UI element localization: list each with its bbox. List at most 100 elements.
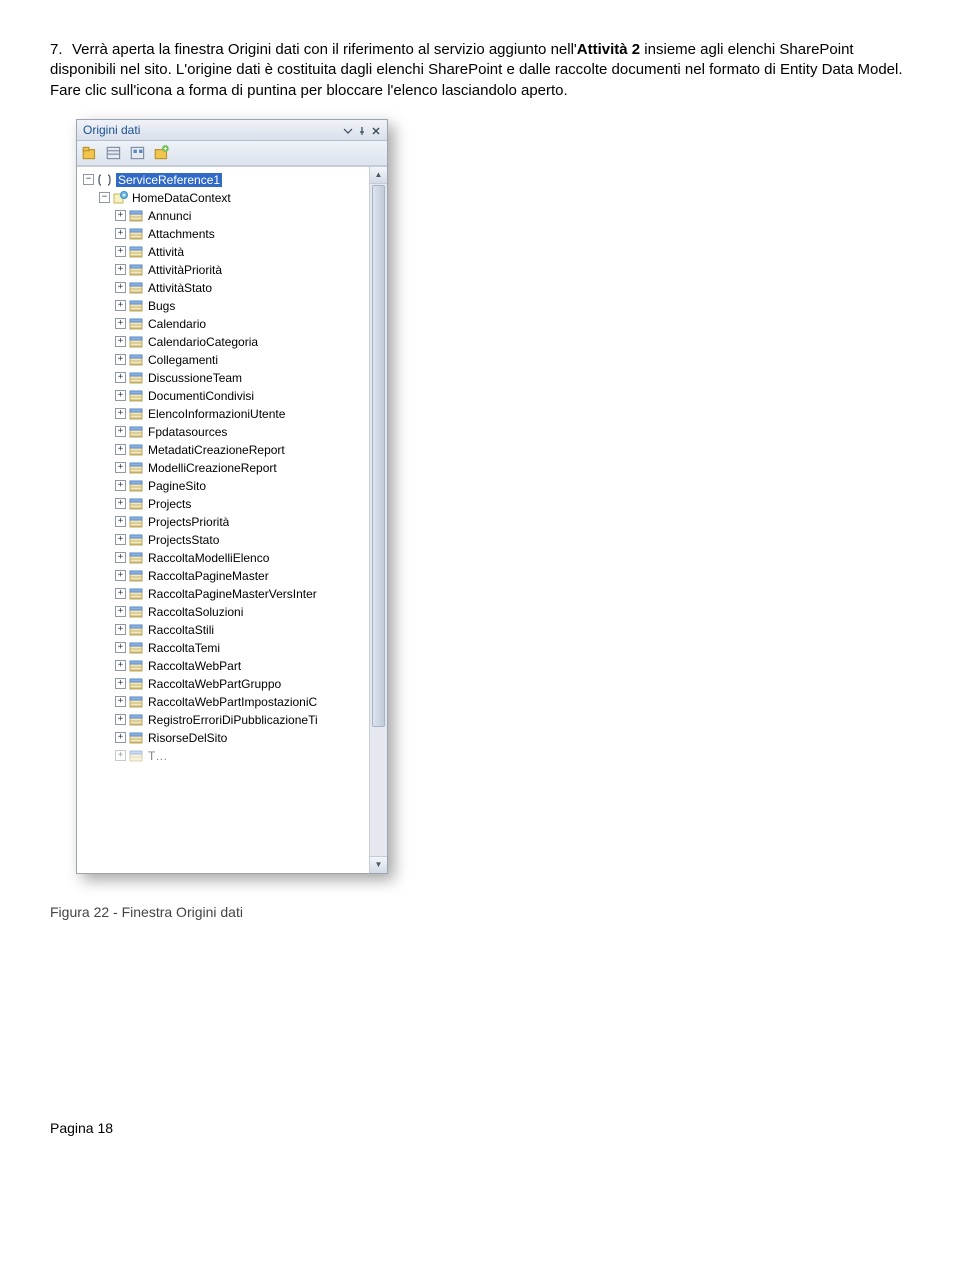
item-label[interactable]: RaccoltaSoluzioni xyxy=(148,605,243,619)
tree-item-row[interactable]: + Collegamenti xyxy=(79,351,387,369)
tree-item-row[interactable]: + T… xyxy=(79,747,387,765)
expand-icon[interactable]: + xyxy=(115,426,126,437)
tree-item-row[interactable]: + RaccoltaStili xyxy=(79,621,387,639)
tree-item-row[interactable]: + DocumentiCondivisi xyxy=(79,387,387,405)
item-label[interactable]: DiscussioneTeam xyxy=(148,371,242,385)
item-label[interactable]: Bugs xyxy=(148,299,175,313)
tree-item-row[interactable]: + Fpdatasources xyxy=(79,423,387,441)
tree-item-row[interactable]: + AttivitàPriorità xyxy=(79,261,387,279)
item-label[interactable]: ModelliCreazioneReport xyxy=(148,461,277,475)
tree-item-row[interactable]: +RaccoltaPagineMaster xyxy=(79,567,387,585)
expand-icon[interactable]: + xyxy=(115,354,126,365)
scroll-down-icon[interactable]: ▼ xyxy=(370,856,387,873)
tree-item-row[interactable]: + ProjectsPriorità xyxy=(79,513,387,531)
expand-icon[interactable]: + xyxy=(115,462,126,473)
tree-item-row[interactable]: +RaccoltaPagineMasterVersInter xyxy=(79,585,387,603)
expand-icon[interactable]: + xyxy=(115,714,126,725)
tree-item-row[interactable]: + CalendarioCategoria xyxy=(79,333,387,351)
pin-icon[interactable] xyxy=(357,125,367,135)
tree-item-row[interactable]: +RaccoltaWebPartGruppo xyxy=(79,675,387,693)
item-label[interactable]: ElencoInformazioniUtente xyxy=(148,407,285,421)
scroll-up-icon[interactable]: ▲ xyxy=(370,167,387,184)
root-label[interactable]: ServiceReference1 xyxy=(116,173,222,187)
scrollbar[interactable]: ▲ ▼ xyxy=(369,167,387,873)
expand-icon[interactable]: + xyxy=(115,300,126,311)
expand-icon[interactable]: + xyxy=(115,678,126,689)
toolbar-btn-refresh[interactable] xyxy=(153,144,171,162)
tree-item-row[interactable]: + Calendario xyxy=(79,315,387,333)
item-label[interactable]: RaccoltaWebPart xyxy=(148,659,241,673)
expand-icon[interactable]: − xyxy=(83,174,94,185)
item-label[interactable]: Calendario xyxy=(148,317,206,331)
item-label[interactable]: RaccoltaTemi xyxy=(148,641,220,655)
toolbar-btn-3[interactable] xyxy=(129,144,147,162)
expand-icon[interactable]: + xyxy=(115,408,126,419)
expand-icon[interactable]: + xyxy=(115,444,126,455)
item-label[interactable]: RaccoltaStili xyxy=(148,623,214,637)
expand-icon[interactable]: + xyxy=(115,606,126,617)
expand-icon[interactable]: − xyxy=(99,192,110,203)
expand-icon[interactable]: + xyxy=(115,210,126,221)
tree-context-row[interactable]: − HomeDataContext xyxy=(79,189,387,207)
expand-icon[interactable]: + xyxy=(115,372,126,383)
tree-item-row[interactable]: + RaccoltaWebPart xyxy=(79,657,387,675)
dropdown-icon[interactable] xyxy=(343,125,353,135)
item-label[interactable]: CalendarioCategoria xyxy=(148,335,258,349)
tree-item-row[interactable]: + RaccoltaSoluzioni xyxy=(79,603,387,621)
expand-icon[interactable]: + xyxy=(115,660,126,671)
tree-item-row[interactable]: + Bugs xyxy=(79,297,387,315)
tree-item-row[interactable]: + Attività xyxy=(79,243,387,261)
tree-item-row[interactable]: + PagineSito xyxy=(79,477,387,495)
tree-item-row[interactable]: +ProjectsStato xyxy=(79,531,387,549)
item-label[interactable]: ProjectsPriorità xyxy=(148,515,229,529)
tree-item-row[interactable]: + DiscussioneTeam xyxy=(79,369,387,387)
item-label[interactable]: RaccoltaModelliElenco xyxy=(148,551,269,565)
expand-icon[interactable]: + xyxy=(115,318,126,329)
expand-icon[interactable]: + xyxy=(115,264,126,275)
item-label[interactable]: Attachments xyxy=(148,227,215,241)
tree-item-row[interactable]: +RaccoltaWebPartImpostazioniC xyxy=(79,693,387,711)
tree-item-row[interactable]: + ModelliCreazioneReport xyxy=(79,459,387,477)
item-label[interactable]: T… xyxy=(148,749,167,763)
item-label[interactable]: Collegamenti xyxy=(148,353,218,367)
expand-icon[interactable]: + xyxy=(115,552,126,563)
close-icon[interactable] xyxy=(371,125,381,135)
tree-item-row[interactable]: + MetadatiCreazioneReport xyxy=(79,441,387,459)
expand-icon[interactable]: + xyxy=(115,390,126,401)
tree-item-row[interactable]: + RaccoltaTemi xyxy=(79,639,387,657)
expand-icon[interactable]: + xyxy=(115,642,126,653)
context-label[interactable]: HomeDataContext xyxy=(132,191,231,205)
item-label[interactable]: RisorseDelSito xyxy=(148,731,227,745)
item-label[interactable]: MetadatiCreazioneReport xyxy=(148,443,285,457)
item-label[interactable]: Projects xyxy=(148,497,191,511)
expand-icon[interactable]: + xyxy=(115,480,126,491)
item-label[interactable]: RaccoltaPagineMasterVersInter xyxy=(148,587,317,601)
tree-item-row[interactable]: + RisorseDelSito xyxy=(79,729,387,747)
tree-item-row[interactable]: +AttivitàStato xyxy=(79,279,387,297)
tree-item-row[interactable]: + RegistroErroriDiPubblicazioneTi xyxy=(79,711,387,729)
expand-icon[interactable]: + xyxy=(115,516,126,527)
expand-icon[interactable]: + xyxy=(115,498,126,509)
tree-item-row[interactable]: + Attachments xyxy=(79,225,387,243)
item-label[interactable]: Fpdatasources xyxy=(148,425,227,439)
expand-icon[interactable]: + xyxy=(115,246,126,257)
item-label[interactable]: ProjectsStato xyxy=(148,533,219,547)
item-label[interactable]: AttivitàPriorità xyxy=(148,263,222,277)
expand-icon[interactable]: + xyxy=(115,336,126,347)
item-label[interactable]: DocumentiCondivisi xyxy=(148,389,254,403)
expand-icon[interactable]: + xyxy=(115,570,126,581)
item-label[interactable]: RegistroErroriDiPubblicazioneTi xyxy=(148,713,318,727)
item-label[interactable]: Attività xyxy=(148,245,184,259)
toolbar-btn-1[interactable] xyxy=(81,144,99,162)
item-label[interactable]: Annunci xyxy=(148,209,191,223)
tree-item-row[interactable]: + ElencoInformazioniUtente xyxy=(79,405,387,423)
item-label[interactable]: AttivitàStato xyxy=(148,281,212,295)
item-label[interactable]: RaccoltaWebPartImpostazioniC xyxy=(148,695,317,709)
tree-item-row[interactable]: + RaccoltaModelliElenco xyxy=(79,549,387,567)
toolbar-btn-2[interactable] xyxy=(105,144,123,162)
expand-icon[interactable]: + xyxy=(115,228,126,239)
expand-icon[interactable]: + xyxy=(115,624,126,635)
expand-icon[interactable]: + xyxy=(115,732,126,743)
scroll-thumb[interactable] xyxy=(372,185,385,727)
item-label[interactable]: PagineSito xyxy=(148,479,206,493)
